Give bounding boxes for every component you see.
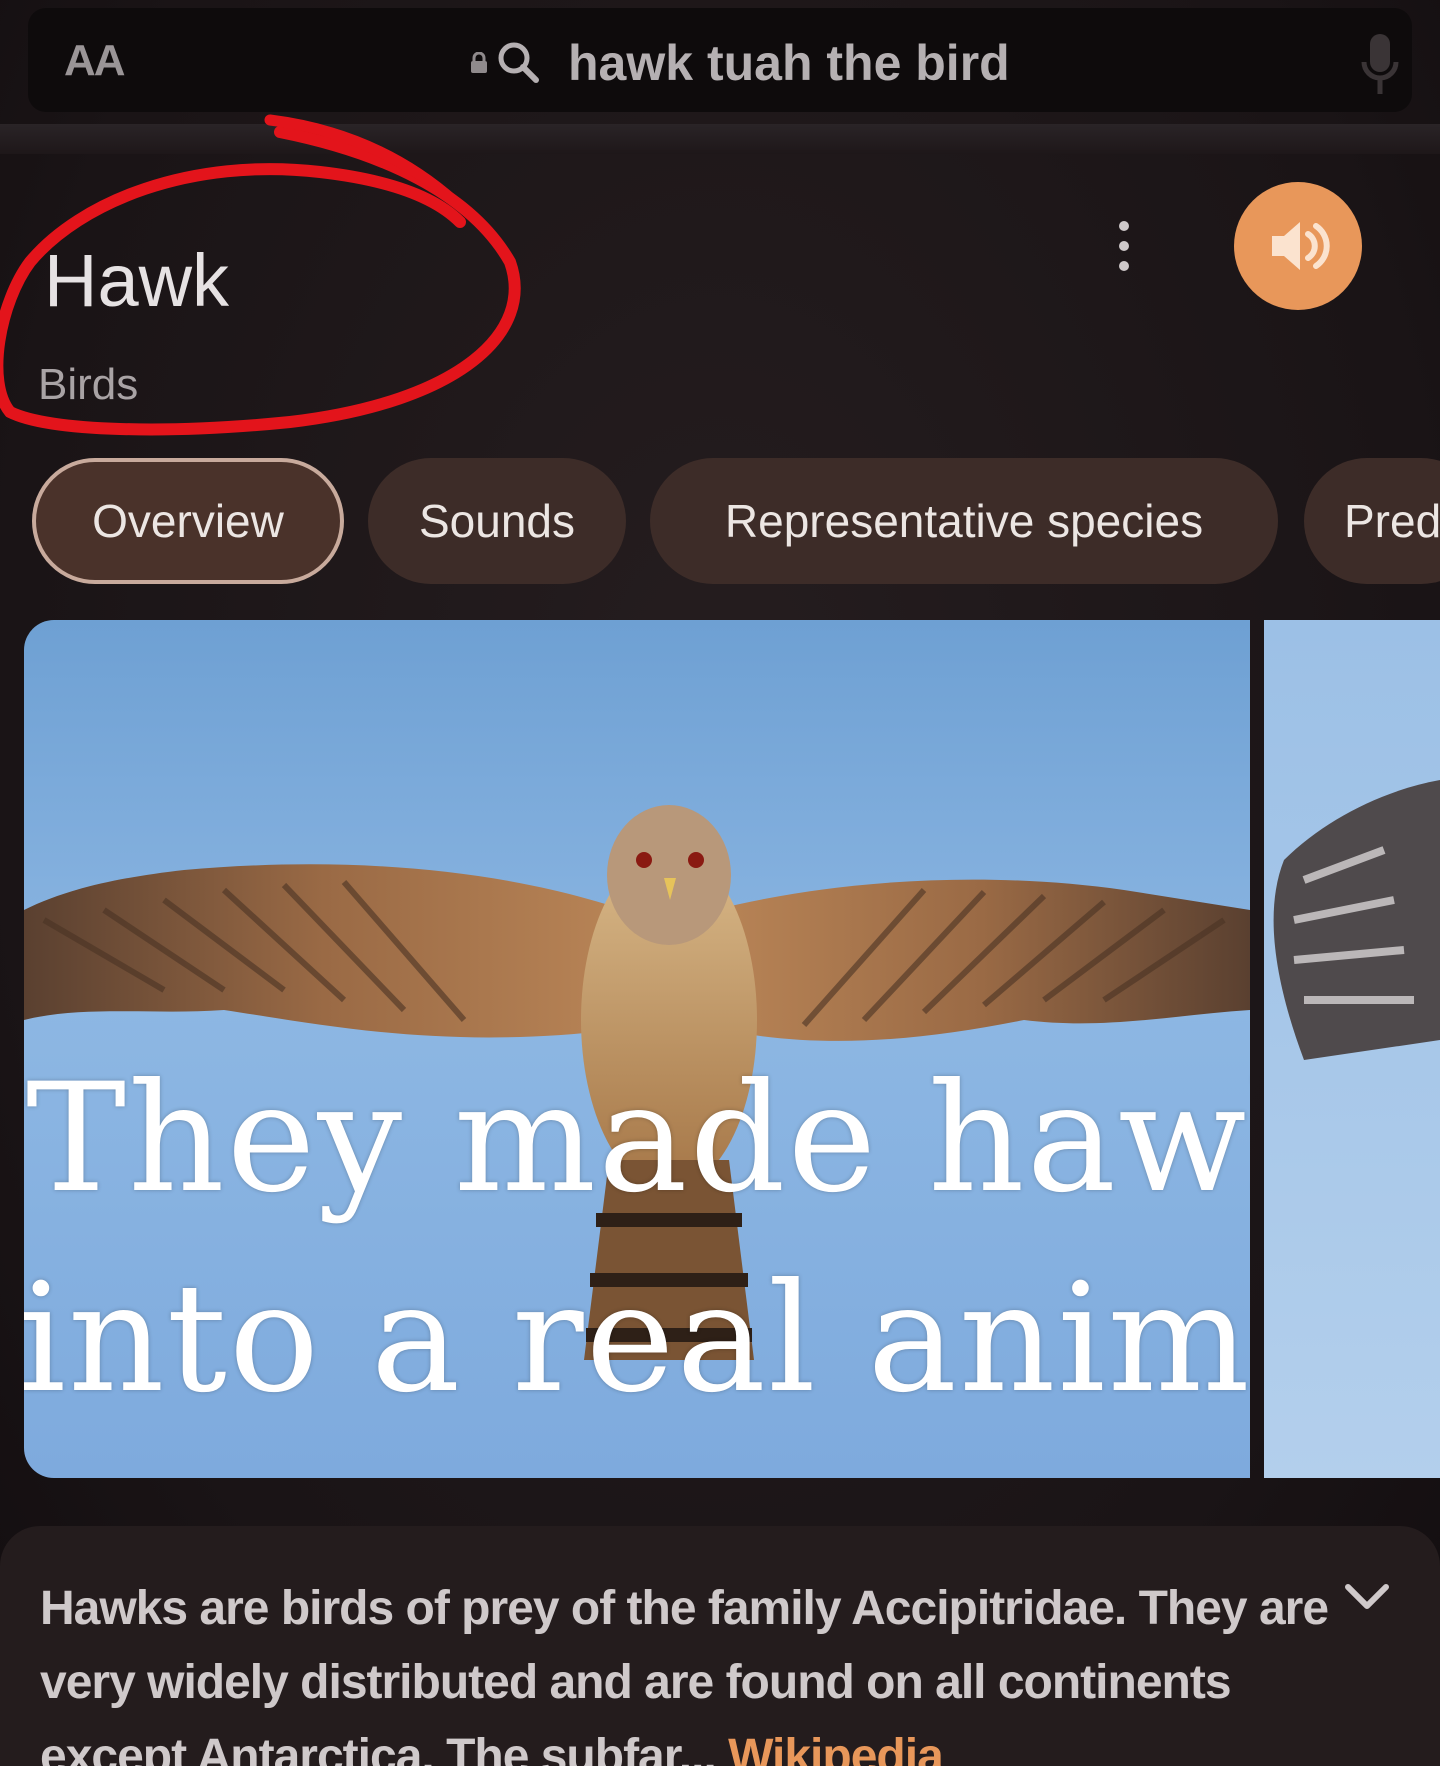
search-results-page: AA hawk tuah the bird Hawk Birds Overvie… [0, 0, 1440, 1766]
wikipedia-link[interactable]: Wikipedia [728, 1730, 944, 1766]
second-hawk-image[interactable] [1264, 620, 1440, 1478]
address-bar[interactable]: AA hawk tuah the bird [28, 8, 1412, 112]
red-annotation-circle [0, 114, 521, 436]
address-query-text[interactable]: hawk tuah the bird [568, 34, 1010, 92]
hawk-wing-illustration [1273, 780, 1440, 1060]
chevron-down-icon[interactable] [1344, 1582, 1390, 1612]
description-text: Hawks are birds of prey of the family Ac… [40, 1582, 1329, 1766]
tab-sounds[interactable]: Sounds [368, 458, 626, 584]
tab-representative-species[interactable]: Representative species [650, 458, 1278, 584]
entity-description: Hawks are birds of prey of the family Ac… [40, 1572, 1340, 1766]
meme-caption-line-2: into a real animal [24, 1252, 1250, 1426]
more-vert-icon[interactable] [1112, 218, 1136, 274]
speaker-icon [1272, 222, 1330, 270]
hawk-image[interactable]: They made hawk tuah into a real animal [24, 620, 1250, 1478]
pronunciation-sound-button[interactable] [1234, 182, 1362, 310]
mic-icon[interactable] [1358, 30, 1402, 100]
meme-caption-line-1: They made hawk tuah [26, 1052, 1250, 1226]
search-icon [498, 42, 539, 83]
lock-icon [471, 52, 487, 73]
text-size-button[interactable]: AA [64, 36, 126, 86]
tab-predators[interactable]: Pred [1304, 458, 1440, 584]
tab-overview[interactable]: Overview [32, 458, 344, 584]
